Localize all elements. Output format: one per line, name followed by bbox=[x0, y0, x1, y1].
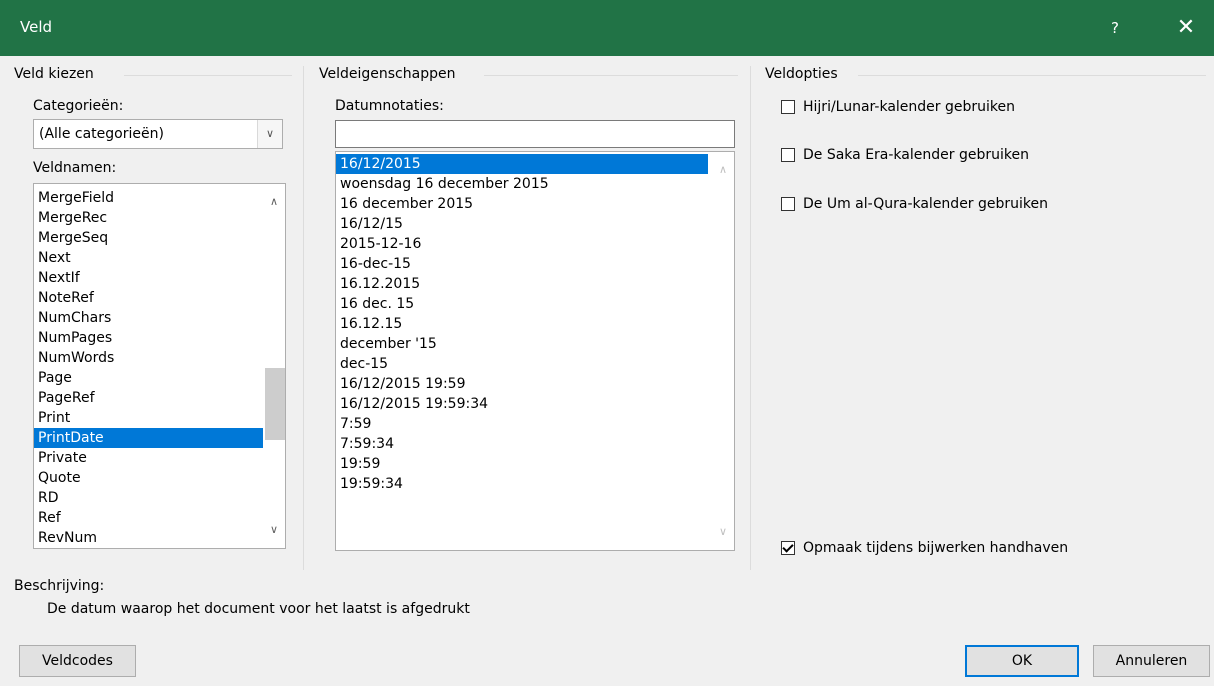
fieldname-item[interactable]: NoteRef bbox=[34, 288, 285, 308]
date-format-input[interactable] bbox=[335, 120, 735, 148]
scroll-thumb[interactable] bbox=[265, 368, 285, 440]
date-format-item[interactable]: december '15 bbox=[336, 334, 708, 354]
fieldname-item[interactable]: Page bbox=[34, 368, 285, 388]
description-label: Beschrijving: bbox=[14, 578, 105, 594]
date-format-item[interactable]: 16 dec. 15 bbox=[336, 294, 708, 314]
scroll-down-icon[interactable]: ∨ bbox=[712, 522, 734, 542]
dialog-title: Veld bbox=[20, 18, 53, 36]
fieldname-item[interactable]: Next bbox=[34, 248, 285, 268]
fieldname-item[interactable]: NextIf bbox=[34, 268, 285, 288]
date-format-item[interactable]: 2015-12-16 bbox=[336, 234, 708, 254]
fieldname-item[interactable]: MergeRec bbox=[34, 208, 285, 228]
checkbox-box[interactable] bbox=[781, 148, 795, 162]
categories-label: Categorieën: bbox=[33, 98, 124, 114]
option-umalqura-label: De Um al-Qura-kalender gebruiken bbox=[803, 196, 1049, 212]
cancel-button[interactable]: Annuleren bbox=[1093, 645, 1210, 677]
date-format-item[interactable]: 16.12.15 bbox=[336, 314, 708, 334]
fieldname-item[interactable]: RevNum bbox=[34, 528, 285, 548]
fieldname-item[interactable]: MergeField bbox=[34, 188, 285, 208]
fieldname-item[interactable]: RD bbox=[34, 488, 285, 508]
fieldname-item[interactable]: NumChars bbox=[34, 308, 285, 328]
field-options-group-title: Veldopties bbox=[765, 66, 838, 82]
categories-value: (Alle categorieën) bbox=[39, 126, 164, 142]
checkbox-box[interactable] bbox=[781, 100, 795, 114]
description-text: De datum waarop het document voor het la… bbox=[47, 601, 470, 617]
date-format-item[interactable]: dec-15 bbox=[336, 354, 708, 374]
choose-field-group-title: Veld kiezen bbox=[14, 66, 94, 82]
date-formats-label: Datumnotaties: bbox=[335, 98, 444, 114]
field-dialog: Veld ? ✕ Veld kiezen Categorieën: (Alle … bbox=[0, 0, 1214, 686]
option-saka-label: De Saka Era-kalender gebruiken bbox=[803, 147, 1029, 163]
vertical-separator bbox=[303, 66, 304, 570]
date-format-item[interactable]: 7:59 bbox=[336, 414, 708, 434]
formats-scrollbar[interactable]: ∧ ∨ bbox=[712, 152, 734, 550]
preserve-formatting-checkbox[interactable]: Opmaak tijdens bijwerken handhaven bbox=[781, 540, 1068, 556]
vertical-separator bbox=[750, 66, 751, 570]
group-divider bbox=[858, 75, 1206, 76]
close-button[interactable]: ✕ bbox=[1168, 8, 1204, 48]
help-button[interactable]: ? bbox=[1100, 10, 1130, 46]
date-format-item[interactable]: woensdag 16 december 2015 bbox=[336, 174, 708, 194]
date-format-item[interactable]: 19:59:34 bbox=[336, 474, 708, 494]
field-codes-button[interactable]: Veldcodes bbox=[19, 645, 136, 677]
date-format-item[interactable]: 7:59:34 bbox=[336, 434, 708, 454]
date-format-item[interactable]: 16/12/15 bbox=[336, 214, 708, 234]
field-properties-group-title: Veldeigenschappen bbox=[319, 66, 456, 82]
option-hijri-label: Hijri/Lunar-kalender gebruiken bbox=[803, 99, 1015, 115]
fieldname-item[interactable]: MergeSeq bbox=[34, 228, 285, 248]
fieldname-item[interactable]: NumPages bbox=[34, 328, 285, 348]
date-format-item[interactable]: 16 december 2015 bbox=[336, 194, 708, 214]
date-format-item[interactable]: 16/12/2015 bbox=[336, 154, 708, 174]
preserve-formatting-label: Opmaak tijdens bijwerken handhaven bbox=[803, 540, 1069, 556]
checkbox-box[interactable] bbox=[781, 197, 795, 211]
date-format-item[interactable]: 16.12.2015 bbox=[336, 274, 708, 294]
fieldname-item[interactable]: PrintDate bbox=[34, 428, 285, 448]
scroll-up-icon[interactable]: ∧ bbox=[712, 160, 734, 180]
fieldname-item[interactable]: Private bbox=[34, 448, 285, 468]
date-format-item[interactable]: 16-dec-15 bbox=[336, 254, 708, 274]
group-divider bbox=[124, 75, 292, 76]
chevron-down-icon[interactable]: ∨ bbox=[257, 120, 282, 148]
fieldname-item[interactable]: Quote bbox=[34, 468, 285, 488]
option-umalqura-checkbox[interactable]: De Um al-Qura-kalender gebruiken bbox=[781, 196, 1048, 212]
fieldname-item[interactable]: Print bbox=[34, 408, 285, 428]
checkbox-box[interactable] bbox=[781, 541, 795, 555]
fieldnames-list[interactable]: MergeField MergeRec MergeSeq Next NextIf Note… bbox=[33, 183, 286, 549]
date-format-item[interactable]: 16/12/2015 19:59 bbox=[336, 374, 708, 394]
option-saka-checkbox[interactable]: De Saka Era-kalender gebruiken bbox=[781, 147, 1029, 163]
group-divider bbox=[484, 75, 738, 76]
fieldnames-scrollbar[interactable]: ∧ ∨ bbox=[263, 184, 285, 548]
fieldnames-label: Veldnamen: bbox=[33, 160, 117, 176]
option-hijri-checkbox[interactable]: Hijri/Lunar-kalender gebruiken bbox=[781, 99, 1015, 115]
title-bar: Veld ? ✕ bbox=[0, 0, 1214, 56]
date-format-item[interactable]: 19:59 bbox=[336, 454, 708, 474]
date-format-item[interactable]: 16/12/2015 19:59:34 bbox=[336, 394, 708, 414]
fieldname-item[interactable]: Ref bbox=[34, 508, 285, 528]
fieldname-item[interactable]: NumWords bbox=[34, 348, 285, 368]
ok-button[interactable]: OK bbox=[965, 645, 1079, 677]
categories-dropdown[interactable]: (Alle categorieën) ∨ bbox=[33, 119, 283, 149]
scroll-down-icon[interactable]: ∨ bbox=[263, 520, 285, 540]
date-formats-list[interactable]: 16/12/2015 woensdag 16 december 2015 16 de… bbox=[335, 151, 735, 551]
fieldname-item[interactable]: PageRef bbox=[34, 388, 285, 408]
scroll-up-icon[interactable]: ∧ bbox=[263, 192, 285, 212]
